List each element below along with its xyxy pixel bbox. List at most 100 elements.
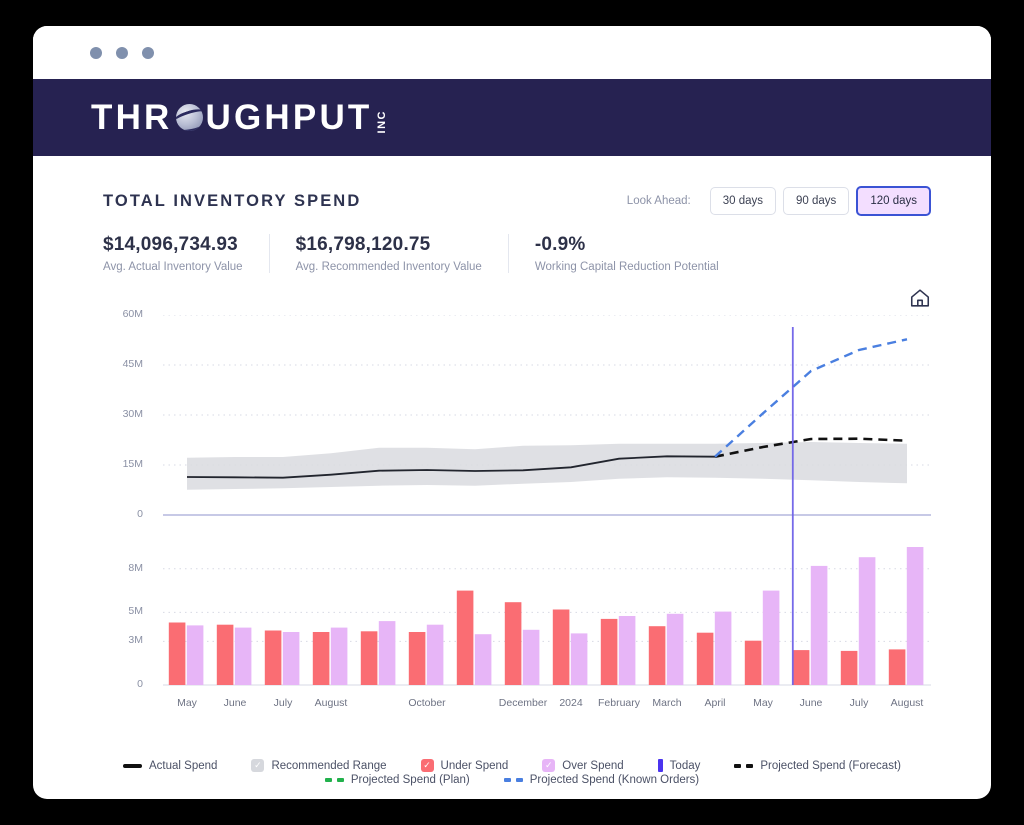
x-axis-tick: June [800, 697, 823, 709]
legend-item-label: Projected Spend (Plan) [351, 774, 470, 786]
range-button-120-days[interactable]: 120 days [856, 186, 931, 216]
bar-over-spend [859, 557, 876, 685]
window-dot-minimize[interactable] [116, 47, 128, 59]
legend-item-projected-spend-known-orders[interactable]: Projected Spend (Known Orders) [504, 774, 699, 786]
look-ahead-control: Look Ahead: 30 days 90 days 120 days [627, 186, 931, 216]
kpi-row: $14,096,734.93 Avg. Actual Inventory Val… [33, 216, 991, 273]
bar-over-spend [907, 547, 924, 685]
logo-suffix: INC [376, 110, 388, 133]
bar-over-spend [427, 625, 444, 685]
x-axis-tick: February [598, 697, 640, 709]
x-axis-tick: May [177, 697, 197, 709]
kpi-avg-recommended-inventory-value: $16,798,120.75 Avg. Recommended Inventor… [269, 234, 508, 273]
y-axis-tick-top: 30M [103, 408, 143, 420]
legend-item-projected-spend-plan[interactable]: Projected Spend (Plan) [325, 774, 470, 786]
x-axis-tick: June [224, 697, 247, 709]
legend-item-recommended-range[interactable]: ✓ Recommended Range [251, 759, 386, 772]
legend-line-marker [123, 764, 142, 768]
bar-under-spend [793, 650, 810, 685]
globe-icon [176, 104, 203, 131]
y-axis-tick-top: 45M [103, 358, 143, 370]
bar-over-spend [811, 566, 828, 685]
logo-text-part1: THR [91, 100, 173, 135]
legend-item-label: Over Spend [562, 760, 623, 772]
legend-checkbox-marker[interactable]: ✓ [421, 759, 434, 772]
legend-dash-marker [325, 778, 344, 782]
bar-over-spend [667, 614, 684, 685]
legend-item-actual-spend[interactable]: Actual Spend [123, 760, 217, 772]
window-dot-maximize[interactable] [142, 47, 154, 59]
x-axis-tick: August [891, 697, 924, 709]
legend-item-label: Recommended Range [271, 760, 386, 772]
bar-under-spend [649, 626, 666, 685]
legend-checkbox-marker[interactable]: ✓ [542, 759, 555, 772]
bar-under-spend [889, 649, 906, 685]
legend-item-over-spend[interactable]: ✓ Over Spend [542, 759, 623, 772]
x-axis-tick: August [315, 697, 348, 709]
x-axis-tick: October [408, 697, 445, 709]
bar-over-spend [187, 625, 204, 685]
y-axis-tick-bottom: 0 [103, 678, 143, 690]
bar-under-spend [217, 625, 234, 685]
y-axis-tick-bottom: 5M [103, 605, 143, 617]
bar-under-spend [457, 591, 474, 685]
bar-over-spend [715, 612, 732, 685]
brand-bar: THR UGHPUT INC [33, 79, 991, 156]
y-axis-tick-top: 15M [103, 458, 143, 470]
bar-under-spend [313, 632, 330, 685]
range-button-90-days[interactable]: 90 days [783, 187, 849, 215]
bar-under-spend [265, 631, 282, 686]
bar-under-spend [697, 633, 714, 685]
bar-under-spend [601, 619, 618, 685]
x-axis-tick: 2024 [559, 697, 582, 709]
kpi-label: Avg. Recommended Inventory Value [296, 261, 482, 273]
legend-item-label: Projected Spend (Known Orders) [530, 774, 699, 786]
legend-item-label: Under Spend [441, 760, 509, 772]
x-axis-tick: December [499, 697, 547, 709]
y-axis-tick-top: 60M [103, 308, 143, 320]
y-axis-tick-bottom: 8M [103, 562, 143, 574]
legend-bar-marker [658, 759, 663, 772]
legend-item-today[interactable]: Today [658, 759, 701, 772]
bar-under-spend [505, 602, 522, 685]
x-axis-tick: April [704, 697, 725, 709]
look-ahead-label: Look Ahead: [627, 195, 691, 207]
title-row: TOTAL INVENTORY SPEND Look Ahead: 30 day… [33, 156, 991, 216]
chart-legend-row-1: Actual Spend ✓ Recommended Range ✓ Under Spe… [33, 759, 991, 772]
bar-over-spend [475, 634, 492, 685]
kpi-label: Avg. Actual Inventory Value [103, 261, 243, 273]
throughput-logo[interactable]: THR UGHPUT INC [91, 100, 388, 135]
home-icon[interactable] [909, 287, 931, 309]
bar-under-spend [553, 610, 570, 686]
legend-item-projected-spend-forecast[interactable]: Projected Spend (Forecast) [734, 760, 901, 772]
bar-over-spend [763, 591, 780, 685]
page-title: TOTAL INVENTORY SPEND [103, 192, 361, 211]
logo-text-part2: UGHPUT [206, 100, 373, 135]
bar-under-spend [361, 631, 378, 685]
combined-chart[interactable]: 015M30M45M60M03M5M8MMayJuneJulyAugustOct… [103, 315, 931, 705]
x-axis-tick: March [652, 697, 681, 709]
legend-item-label: Projected Spend (Forecast) [760, 760, 901, 772]
range-button-30-days[interactable]: 30 days [710, 187, 776, 215]
bar-over-spend [331, 628, 348, 685]
recommended-range-band [187, 442, 907, 490]
legend-item-label: Actual Spend [149, 760, 217, 772]
legend-dash-marker [734, 764, 753, 768]
kpi-working-capital-reduction-potential: -0.9% Working Capital Reduction Potentia… [508, 234, 745, 273]
kpi-label: Working Capital Reduction Potential [535, 261, 719, 273]
chart-legend-row-2: Projected Spend (Plan) Projected Spend (K… [33, 774, 991, 786]
bar-under-spend [745, 641, 762, 685]
dashboard-content: TOTAL INVENTORY SPEND Look Ahead: 30 day… [33, 156, 991, 786]
y-axis-tick-bottom: 3M [103, 634, 143, 646]
chart-panel: 015M30M45M60M03M5M8MMayJuneJulyAugustOct… [103, 287, 931, 757]
bar-over-spend [619, 616, 636, 685]
bar-over-spend [571, 633, 588, 685]
legend-item-under-spend[interactable]: ✓ Under Spend [421, 759, 509, 772]
bar-over-spend [235, 628, 252, 685]
legend-dash-marker [504, 778, 523, 782]
legend-checkbox-marker[interactable]: ✓ [251, 759, 264, 772]
window-dot-close[interactable] [90, 47, 102, 59]
x-axis-tick: July [274, 697, 293, 709]
browser-chrome [33, 26, 991, 79]
bar-over-spend [379, 621, 396, 685]
